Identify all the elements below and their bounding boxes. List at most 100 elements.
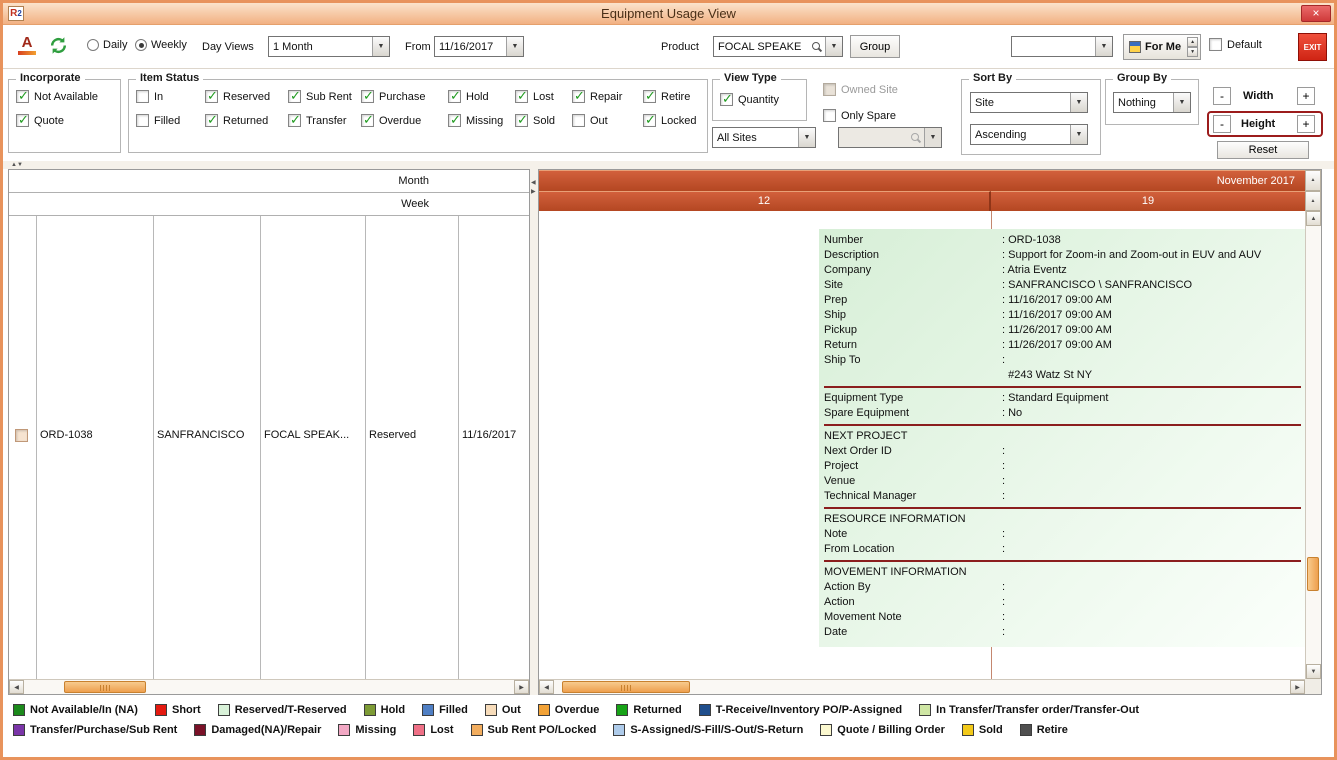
daily-radio[interactable]: Daily	[87, 39, 127, 51]
radio-icon[interactable]	[135, 39, 147, 51]
row-checkbox[interactable]	[15, 429, 28, 442]
close-icon[interactable]	[1301, 5, 1331, 22]
checkbox-icon[interactable]	[823, 109, 836, 122]
default-checkbox[interactable]: Default	[1209, 38, 1262, 51]
checkbox-icon[interactable]	[205, 114, 218, 127]
incorporate-checkbox[interactable]: Not Available	[16, 90, 98, 103]
item-status-checkbox[interactable]: Retire	[643, 90, 703, 103]
checkbox-icon[interactable]	[448, 90, 461, 103]
only-spare-checkbox[interactable]: Only Spare	[823, 109, 896, 122]
sort-field-dropdown[interactable]: Site	[970, 92, 1088, 113]
item-status-checkbox[interactable]: Purchase	[361, 90, 448, 103]
search-icon[interactable]	[811, 41, 823, 53]
group-button[interactable]: Group	[850, 35, 900, 58]
item-status-checkbox[interactable]: Returned	[205, 114, 288, 127]
chevron-down-icon[interactable]	[1173, 93, 1190, 112]
item-status-checkbox[interactable]: Hold	[448, 90, 515, 103]
period-dropdown[interactable]: 1 Month	[268, 36, 390, 57]
scrollbar-track[interactable]	[554, 680, 1290, 694]
scroll-left-icon[interactable]	[9, 680, 24, 694]
vertical-splitter[interactable]	[530, 169, 538, 695]
checkbox-icon[interactable]	[16, 114, 29, 127]
scrollbar-thumb[interactable]	[1307, 557, 1319, 591]
sort-direction-dropdown[interactable]: Ascending	[970, 124, 1088, 145]
spinner-arrows-icon[interactable]	[1187, 37, 1198, 57]
checkbox-icon[interactable]	[720, 93, 733, 106]
chevron-down-icon[interactable]	[1070, 125, 1087, 144]
order-row[interactable]: ORD-1038 SANFRANCISCO FOCAL SPEAK... Res…	[9, 426, 529, 446]
checkbox-icon[interactable]	[16, 90, 29, 103]
checkbox-icon[interactable]	[572, 90, 585, 103]
height-plus-button[interactable]: +	[1297, 115, 1315, 133]
item-status-checkbox[interactable]: In	[136, 90, 205, 103]
exit-button[interactable]: EXIT	[1298, 33, 1327, 61]
chevron-down-icon[interactable]	[1070, 93, 1087, 112]
scrollbar-thumb[interactable]	[562, 681, 690, 693]
checkbox-icon[interactable]	[515, 90, 528, 103]
timeline-month-header[interactable]: November 2017	[539, 170, 1305, 191]
checkbox-icon[interactable]	[205, 90, 218, 103]
text-format-icon[interactable]	[16, 34, 38, 58]
from-date-picker[interactable]: 11/16/2017	[434, 36, 524, 57]
item-status-checkbox[interactable]: Missing	[448, 114, 515, 127]
titlebar[interactable]: R2 Equipment Usage View	[3, 3, 1334, 25]
scroll-up-icon[interactable]	[1305, 170, 1321, 191]
scroll-up-icon[interactable]	[1305, 191, 1321, 212]
scroll-up-icon[interactable]	[1306, 211, 1321, 226]
chevron-down-icon[interactable]	[825, 37, 842, 56]
product-combo[interactable]: FOCAL SPEAKE	[713, 36, 843, 57]
checkbox-icon[interactable]	[643, 114, 656, 127]
checkbox-icon[interactable]	[361, 114, 374, 127]
refresh-icon[interactable]	[48, 35, 70, 57]
item-status-checkbox[interactable]: Overdue	[361, 114, 448, 127]
week-cell[interactable]: 19	[991, 191, 1305, 211]
scroll-right-icon[interactable]	[1290, 680, 1305, 694]
weekly-radio[interactable]: Weekly	[135, 39, 187, 51]
item-status-checkbox[interactable]: Sub Rent	[288, 90, 361, 103]
width-plus-button[interactable]: +	[1297, 87, 1315, 105]
week-cell[interactable]: 12	[539, 191, 991, 211]
chevron-down-icon[interactable]	[798, 128, 815, 147]
radio-icon[interactable]	[87, 39, 99, 51]
checkbox-icon[interactable]	[288, 90, 301, 103]
timeline-vscrollbar[interactable]	[1305, 211, 1321, 679]
horizontal-splitter[interactable]	[3, 161, 1334, 169]
checkbox-icon[interactable]	[1209, 38, 1222, 51]
scrollbar-track[interactable]	[1306, 226, 1321, 664]
checkbox-icon[interactable]	[572, 114, 585, 127]
item-status-checkbox[interactable]: Filled	[136, 114, 205, 127]
incorporate-checkbox[interactable]: Quote	[16, 114, 98, 127]
checkbox-icon[interactable]	[136, 114, 149, 127]
chevron-down-icon[interactable]	[372, 37, 389, 56]
timeline-hscrollbar[interactable]	[539, 679, 1305, 694]
item-status-checkbox[interactable]: Out	[572, 114, 643, 127]
chevron-down-icon[interactable]	[506, 37, 523, 56]
chevron-down-icon[interactable]	[1095, 37, 1112, 56]
header-scroll-buttons[interactable]	[1305, 170, 1321, 211]
group-by-dropdown[interactable]: Nothing	[1113, 92, 1191, 113]
scroll-right-icon[interactable]	[514, 680, 529, 694]
reset-button[interactable]: Reset	[1217, 141, 1309, 159]
checkbox-icon[interactable]	[361, 90, 374, 103]
height-minus-button[interactable]: -	[1213, 115, 1231, 133]
checkbox-icon[interactable]	[515, 114, 528, 127]
sites-dropdown[interactable]: All Sites	[712, 127, 816, 148]
width-minus-button[interactable]: -	[1213, 87, 1231, 105]
checkbox-icon[interactable]	[136, 90, 149, 103]
grid-hscrollbar[interactable]	[9, 679, 529, 694]
item-status-checkbox[interactable]: Locked	[643, 114, 703, 127]
scroll-down-icon[interactable]	[1306, 664, 1321, 679]
item-status-checkbox[interactable]: Repair	[572, 90, 643, 103]
scroll-left-icon[interactable]	[539, 680, 554, 694]
checkbox-icon[interactable]	[448, 114, 461, 127]
quick-select-dropdown[interactable]	[1011, 36, 1113, 57]
item-status-checkbox[interactable]: Transfer	[288, 114, 361, 127]
checkbox-icon[interactable]	[643, 90, 656, 103]
item-status-checkbox[interactable]: Reserved	[205, 90, 288, 103]
item-status-checkbox[interactable]: Sold	[515, 114, 572, 127]
quantity-checkbox[interactable]: Quantity	[720, 93, 779, 106]
for-me-button[interactable]: For Me	[1123, 34, 1201, 60]
scrollbar-thumb[interactable]	[64, 681, 146, 693]
scrollbar-track[interactable]	[24, 680, 514, 694]
item-status-checkbox[interactable]: Lost	[515, 90, 572, 103]
